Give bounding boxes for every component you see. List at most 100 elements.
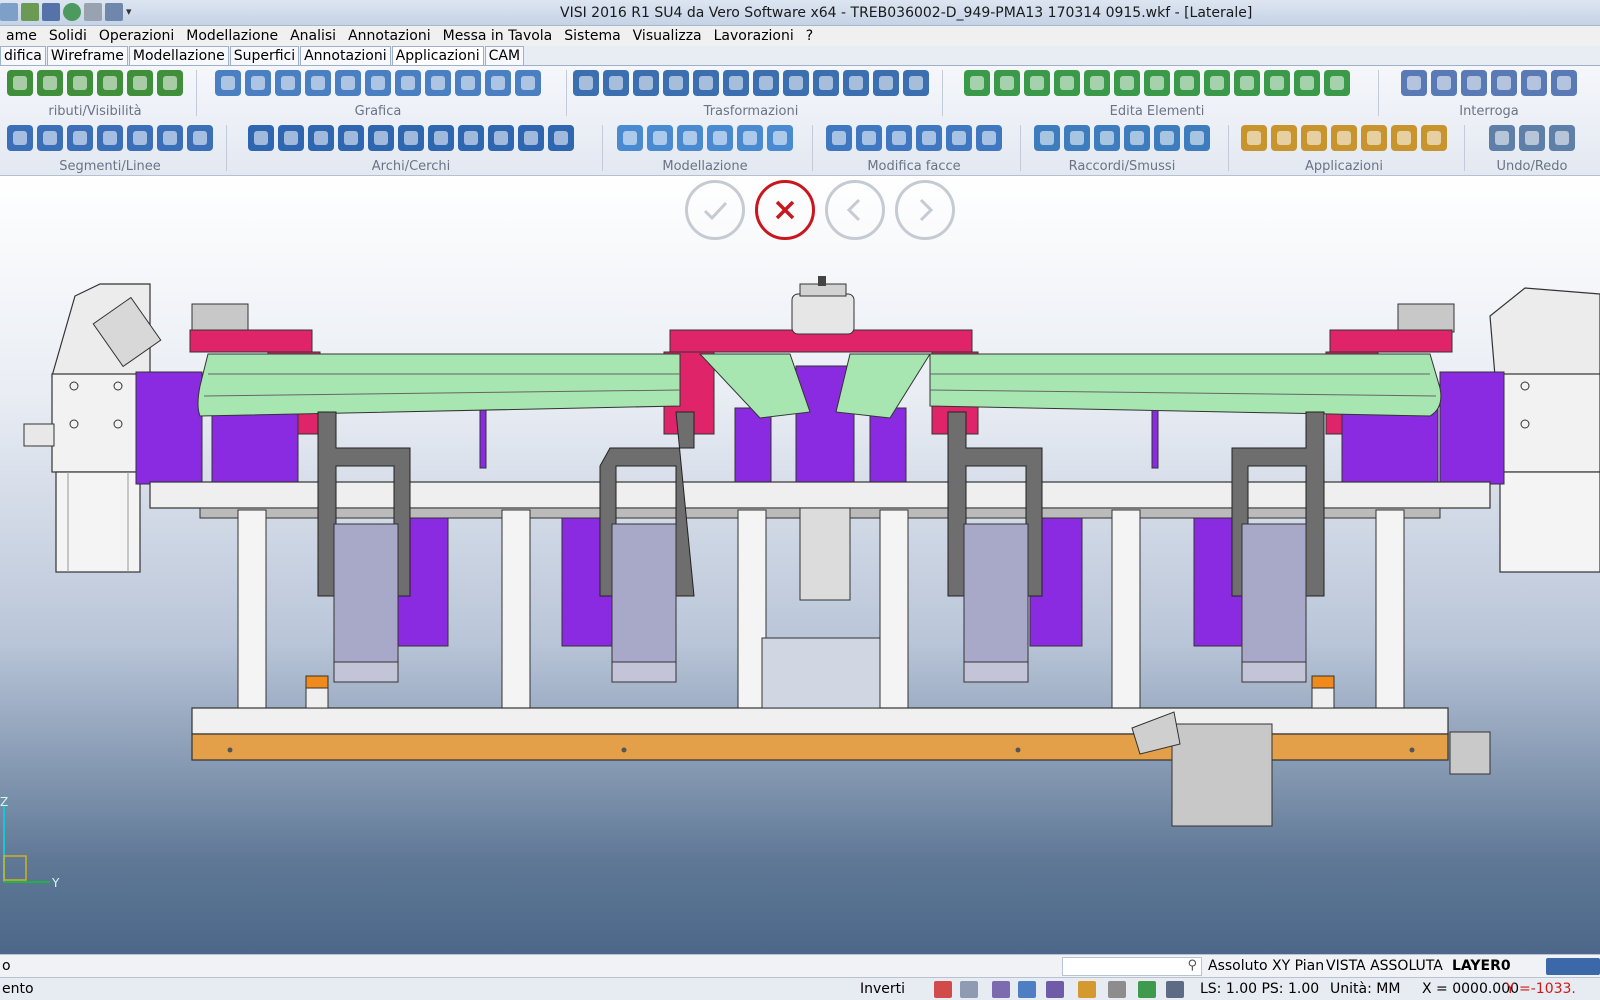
tool-icon[interactable] <box>693 70 719 96</box>
open-file-icon[interactable] <box>21 3 39 21</box>
tool-icon[interactable] <box>67 125 93 151</box>
units-readout[interactable]: Unità: MM <box>1330 980 1400 999</box>
tool-icon[interactable] <box>737 125 763 151</box>
color-swatch[interactable] <box>1546 958 1600 975</box>
tab-4[interactable]: Annotazioni <box>300 46 391 65</box>
tool-icon[interactable] <box>1204 70 1230 96</box>
tool-icon[interactable] <box>647 125 673 151</box>
tool-icon[interactable] <box>677 125 703 151</box>
undo-icon[interactable] <box>105 3 123 21</box>
tool-icon[interactable] <box>458 125 484 151</box>
menu-item-7[interactable]: Sistema <box>558 26 626 46</box>
tool-icon[interactable] <box>275 70 301 96</box>
menu-item-5[interactable]: Annotazioni <box>342 26 437 46</box>
tool-icon[interactable] <box>248 125 274 151</box>
tool-icon[interactable] <box>7 70 33 96</box>
tool-icon[interactable] <box>916 125 942 151</box>
tool-icon[interactable] <box>157 70 183 96</box>
menu-item-1[interactable]: Solidi <box>43 26 93 46</box>
grid-icon[interactable] <box>1166 981 1184 998</box>
menu-item-4[interactable]: Analisi <box>284 26 342 46</box>
cube-icon[interactable] <box>1078 981 1096 998</box>
tool-icon[interactable] <box>856 125 882 151</box>
next-button[interactable] <box>895 180 955 240</box>
menu-item-10[interactable]: ? <box>800 26 819 46</box>
tool-icon[interactable] <box>603 70 629 96</box>
tool-icon[interactable] <box>1114 70 1140 96</box>
tool-icon[interactable] <box>1431 70 1457 96</box>
tool-icon[interactable] <box>873 70 899 96</box>
tool-icon[interactable] <box>767 125 793 151</box>
tool-icon[interactable] <box>1124 125 1150 151</box>
tool-icon[interactable] <box>305 70 331 96</box>
cad-model-drawing[interactable]: Z Y <box>0 176 1600 954</box>
tool-icon[interactable] <box>67 70 93 96</box>
tool-icon[interactable] <box>1084 70 1110 96</box>
tool-icon[interactable] <box>813 70 839 96</box>
settings-icon[interactable] <box>84 3 102 21</box>
tool-icon[interactable] <box>1519 125 1545 151</box>
tool-icon[interactable] <box>1294 70 1320 96</box>
tool-icon[interactable] <box>428 125 454 151</box>
tool-icon[interactable] <box>886 125 912 151</box>
plane-selector[interactable]: Assoluto XY Pian <box>1208 957 1324 976</box>
tool-icon[interactable] <box>515 70 541 96</box>
tool-icon[interactable] <box>1174 70 1200 96</box>
new-file-icon[interactable] <box>0 3 18 21</box>
tool-icon[interactable] <box>783 70 809 96</box>
confirm-button[interactable] <box>685 180 745 240</box>
tab-5[interactable]: Applicazioni <box>391 46 484 65</box>
snap-icon[interactable] <box>934 981 952 998</box>
tool-icon[interactable] <box>1301 125 1327 151</box>
tool-icon[interactable] <box>903 70 929 96</box>
tool-icon[interactable] <box>37 70 63 96</box>
tool-icon[interactable] <box>633 70 659 96</box>
tool-icon[interactable] <box>395 70 421 96</box>
tool-icon[interactable] <box>1234 70 1260 96</box>
tool-icon[interactable] <box>1184 125 1210 151</box>
tool-icon[interactable] <box>37 125 63 151</box>
tool-icon[interactable] <box>1094 125 1120 151</box>
tool-icon[interactable] <box>215 70 241 96</box>
tool-icon[interactable] <box>1401 70 1427 96</box>
menu-item-3[interactable]: Modellazione <box>180 26 284 46</box>
tool-icon[interactable] <box>368 125 394 151</box>
refresh-icon[interactable] <box>1138 981 1156 998</box>
tool-icon[interactable] <box>97 125 123 151</box>
tool-icon[interactable] <box>1054 70 1080 96</box>
tool-icon[interactable] <box>1034 125 1060 151</box>
tool-icon[interactable] <box>826 125 852 151</box>
tool-icon[interactable] <box>1421 125 1447 151</box>
save-icon[interactable] <box>42 3 60 21</box>
search-field[interactable]: ⚲ <box>1062 957 1202 976</box>
tool-icon[interactable] <box>157 125 183 151</box>
tool-icon[interactable] <box>455 70 481 96</box>
layer-selector[interactable]: LAYER0 <box>1452 957 1511 976</box>
tool-icon[interactable] <box>1144 70 1170 96</box>
tool-icon[interactable] <box>1024 70 1050 96</box>
tool-icon[interactable] <box>1241 125 1267 151</box>
3d-viewport[interactable]: Z Y <box>0 176 1600 954</box>
tool-icon[interactable] <box>1064 125 1090 151</box>
customize-toolbar-icon[interactable]: ▾ <box>126 3 132 23</box>
view-selector[interactable]: VISTA ASSOLUTA <box>1326 957 1443 976</box>
tab-6[interactable]: CAM <box>484 46 525 65</box>
tab-2[interactable]: Modellazione <box>128 46 229 65</box>
menu-item-8[interactable]: Visualizza <box>627 26 708 46</box>
tool-icon[interactable] <box>663 70 689 96</box>
tool-icon[interactable] <box>573 70 599 96</box>
tool-icon[interactable] <box>994 70 1020 96</box>
selection-icon[interactable] <box>1046 981 1064 998</box>
menu-item-9[interactable]: Lavorazioni <box>708 26 800 46</box>
menu-item-2[interactable]: Operazioni <box>93 26 180 46</box>
tool-icon[interactable] <box>488 125 514 151</box>
layers-icon[interactable] <box>1108 981 1126 998</box>
tool-icon[interactable] <box>707 125 733 151</box>
zoom-icon[interactable] <box>63 3 81 21</box>
tool-icon[interactable] <box>485 70 511 96</box>
tool-icon[interactable] <box>398 125 424 151</box>
tool-icon[interactable] <box>1264 70 1290 96</box>
tool-icon[interactable] <box>976 125 1002 151</box>
tool-icon[interactable] <box>1461 70 1487 96</box>
tool-icon[interactable] <box>7 125 33 151</box>
